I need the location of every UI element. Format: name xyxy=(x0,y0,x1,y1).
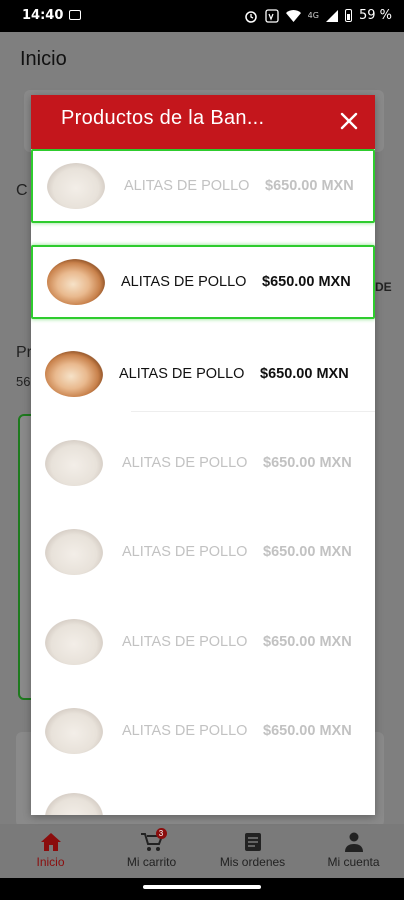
product-row[interactable]: ALITAS DE POLLO $650.00 MXN xyxy=(31,605,375,679)
product-price: $650.00 MXN xyxy=(260,366,349,382)
message-icon xyxy=(69,10,81,20)
product-image xyxy=(45,440,103,486)
product-name: ALITAS DE POLLO xyxy=(124,178,250,194)
bg-fragment-pr: Pr xyxy=(16,344,32,361)
orders-icon xyxy=(244,833,261,851)
product-row-partial[interactable] xyxy=(31,779,375,815)
product-price: $650.00 MXN xyxy=(263,544,352,560)
close-icon[interactable] xyxy=(335,107,363,135)
product-image xyxy=(47,259,105,305)
cart-badge: 3 xyxy=(155,828,167,839)
alarm-icon xyxy=(244,10,257,23)
battery-level: 59 % xyxy=(358,8,392,23)
product-list[interactable]: ALITAS DE POLLO $650.00 MXN ALITAS DE PO… xyxy=(31,149,375,815)
page-title: Inicio xyxy=(20,48,67,70)
product-name: ALITAS DE POLLO xyxy=(122,634,248,650)
bg-fragment-c: C xyxy=(16,182,28,199)
product-name: ALITAS DE POLLO xyxy=(122,455,248,471)
bg-fragment-num: 56 xyxy=(16,374,31,389)
product-price: $650.00 MXN xyxy=(265,178,354,194)
gesture-area xyxy=(0,878,404,900)
product-row[interactable]: ALITAS DE POLLO $650.00 MXN xyxy=(31,694,375,768)
bottom-nav: Inicio 3 Mi carrito Mis ordenes Mi cuent… xyxy=(0,824,404,878)
product-row[interactable]: ALITAS DE POLLO $650.00 MXN xyxy=(31,245,375,319)
nav-orders[interactable]: Mis ordenes xyxy=(202,824,303,878)
products-modal: Productos de la Ban... ALITAS DE POLLO $… xyxy=(31,95,375,815)
volte-icon xyxy=(265,8,279,23)
product-image xyxy=(45,708,103,754)
signal-icon xyxy=(325,9,338,22)
status-time: 14:40 xyxy=(22,8,64,23)
product-image xyxy=(45,529,103,575)
home-icon xyxy=(40,833,61,851)
product-image xyxy=(45,619,103,665)
product-row[interactable]: ALITAS DE POLLO $650.00 MXN xyxy=(31,515,375,589)
nav-cart[interactable]: 3 Mi carrito xyxy=(101,824,202,878)
product-name: ALITAS DE POLLO xyxy=(119,366,245,382)
row-divider xyxy=(131,411,375,412)
nav-account-label: Mi cuenta xyxy=(327,855,380,869)
product-price: $650.00 MXN xyxy=(262,274,351,290)
nav-account[interactable]: Mi cuenta xyxy=(303,824,404,878)
product-row[interactable]: ALITAS DE POLLO $650.00 MXN xyxy=(31,149,375,223)
nav-home[interactable]: Inicio xyxy=(0,824,101,878)
network-label: 4G xyxy=(307,11,319,20)
bg-fragment-de: DE xyxy=(375,280,392,294)
nav-cart-label: Mi carrito xyxy=(126,855,177,869)
product-image xyxy=(45,793,103,815)
product-price: $650.00 MXN xyxy=(263,723,352,739)
product-name: ALITAS DE POLLO xyxy=(122,544,248,560)
battery-icon xyxy=(344,9,352,22)
product-price: $650.00 MXN xyxy=(263,634,352,650)
status-bar: 14:40 4G 59 % xyxy=(0,0,404,32)
product-image xyxy=(47,163,105,209)
product-name: ALITAS DE POLLO xyxy=(122,723,248,739)
account-icon xyxy=(344,832,363,852)
product-row[interactable]: ALITAS DE POLLO $650.00 MXN xyxy=(31,426,375,500)
gesture-bar[interactable] xyxy=(143,885,261,889)
product-price: $650.00 MXN xyxy=(263,455,352,471)
modal-title: Productos de la Ban... xyxy=(61,107,265,129)
product-row[interactable]: ALITAS DE POLLO $650.00 MXN xyxy=(31,337,375,411)
product-image xyxy=(45,351,103,397)
product-name: ALITAS DE POLLO xyxy=(121,274,247,290)
nav-home-label: Inicio xyxy=(36,855,65,869)
wifi-icon xyxy=(285,9,301,22)
modal-header: Productos de la Ban... xyxy=(31,95,375,149)
nav-orders-label: Mis ordenes xyxy=(219,855,286,869)
